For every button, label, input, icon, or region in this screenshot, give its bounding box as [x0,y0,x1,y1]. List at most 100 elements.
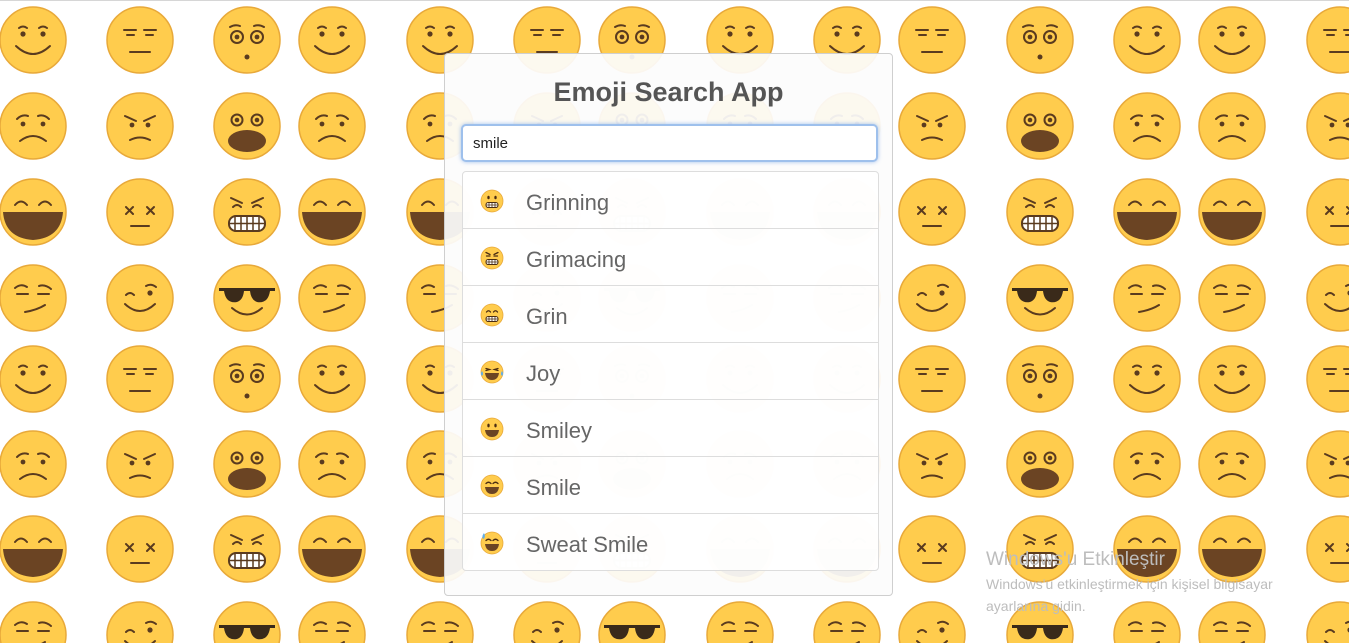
background-frowning-face [1198,430,1266,498]
grinning-face-icon [480,189,504,213]
result-label: Grinning [526,190,610,215]
background-grimacing-face [213,515,281,583]
result-item-sweat-smile[interactable]: Sweat Smile [463,513,878,570]
result-item-grinning[interactable]: Grinning [463,172,878,228]
result-label: Smile [526,475,582,500]
background-frowning-face [1113,92,1181,160]
background-angry-face [1306,92,1349,160]
background-astonished-face [213,6,281,74]
background-expressionless-face [106,6,174,74]
background-screaming-face [213,430,281,498]
background-screaming-face [1006,92,1074,160]
background-expressionless-face [898,345,966,413]
background-winking-face [106,601,174,643]
background-grinning-face [298,178,366,246]
background-frowning-face [298,92,366,160]
background-smirking-face [813,601,881,643]
background-expressionless-face [106,345,174,413]
background-winking-face [1306,601,1349,643]
background-smiling-face [298,6,366,74]
results-list: Grinning Grimacing Grin Joy Smiley Smile… [462,171,879,571]
joy-face-icon [480,360,504,384]
background-smiling-face [1198,345,1266,413]
background-astonished-face [1006,345,1074,413]
background-grinning-face [0,515,67,583]
background-dizzy-face [898,515,966,583]
background-smiling-face [1198,6,1266,74]
background-grinning-face [1198,178,1266,246]
background-grinning-face [0,178,67,246]
search-input[interactable] [461,124,878,162]
result-label: Grin [526,304,568,329]
background-angry-face [106,430,174,498]
watermark-line1: Windows'u etkinleştirmek için kişisel bi… [986,576,1273,592]
watermark-title: Windows'u Etkinleştir [986,549,1165,570]
background-smirking-face [298,264,366,332]
background-grinning-face [1113,178,1181,246]
result-label: Grimacing [526,247,627,272]
result-label: Smiley [526,418,593,443]
background-frowning-face [298,430,366,498]
background-smirking-face [0,601,67,643]
background-sunglasses-face [213,601,281,643]
background-astonished-face [1006,6,1074,74]
background-winking-face [513,601,581,643]
background-smiling-face [1113,6,1181,74]
result-item-grimacing[interactable]: Grimacing [463,228,878,285]
smile-face-icon [480,474,504,498]
background-angry-face [898,430,966,498]
grimacing-face-icon [480,246,504,270]
background-frowning-face [1113,430,1181,498]
background-smirking-face [706,601,774,643]
background-angry-face [898,92,966,160]
result-label: Sweat Smile [526,532,649,557]
background-dizzy-face [898,178,966,246]
background-winking-face [1306,264,1349,332]
background-expressionless-face [1306,345,1349,413]
background-smirking-face [406,601,474,643]
background-smirking-face [0,264,67,332]
background-astonished-face [213,345,281,413]
background-expressionless-face [1306,6,1349,74]
background-grimacing-face [1006,178,1074,246]
watermark-line2: ayarlarına gidin. [986,598,1086,614]
background-smiling-face [0,345,67,413]
result-label: Joy [526,361,561,386]
grin-face-icon [480,303,504,327]
app-title: Emoji Search App [553,77,784,107]
background-sunglasses-face [1006,264,1074,332]
background-smirking-face [1113,264,1181,332]
background-frowning-face [0,430,67,498]
windows-activation-watermark: Windows'u Etkinleştir Windows'u etkinleş… [986,548,1273,616]
background-angry-face [1306,430,1349,498]
background-smiling-face [1113,345,1181,413]
background-dizzy-face [106,178,174,246]
background-expressionless-face [898,6,966,74]
result-item-smile[interactable]: Smile [463,456,878,513]
background-winking-face [898,601,966,643]
background-screaming-face [1006,430,1074,498]
background-sunglasses-face [213,264,281,332]
background-frowning-face [1198,92,1266,160]
background-screaming-face [213,92,281,160]
emoji-search-panel: Emoji Search App Grinning Grimacing Grin… [444,53,893,596]
result-item-grin[interactable]: Grin [463,285,878,342]
background-sunglasses-face [598,601,666,643]
background-dizzy-face [1306,515,1349,583]
background-winking-face [898,264,966,332]
background-frowning-face [0,92,67,160]
result-item-smiley[interactable]: Smiley [463,399,878,456]
background-dizzy-face [106,515,174,583]
background-grimacing-face [213,178,281,246]
background-grinning-face [298,515,366,583]
background-smirking-face [1198,264,1266,332]
smiley-face-icon [480,417,504,441]
sweat-smile-face-icon [480,531,504,555]
background-winking-face [106,264,174,332]
background-dizzy-face [1306,178,1349,246]
background-smiling-face [0,6,67,74]
background-angry-face [106,92,174,160]
background-smirking-face [298,601,366,643]
result-item-joy[interactable]: Joy [463,342,878,399]
background-smiling-face [298,345,366,413]
